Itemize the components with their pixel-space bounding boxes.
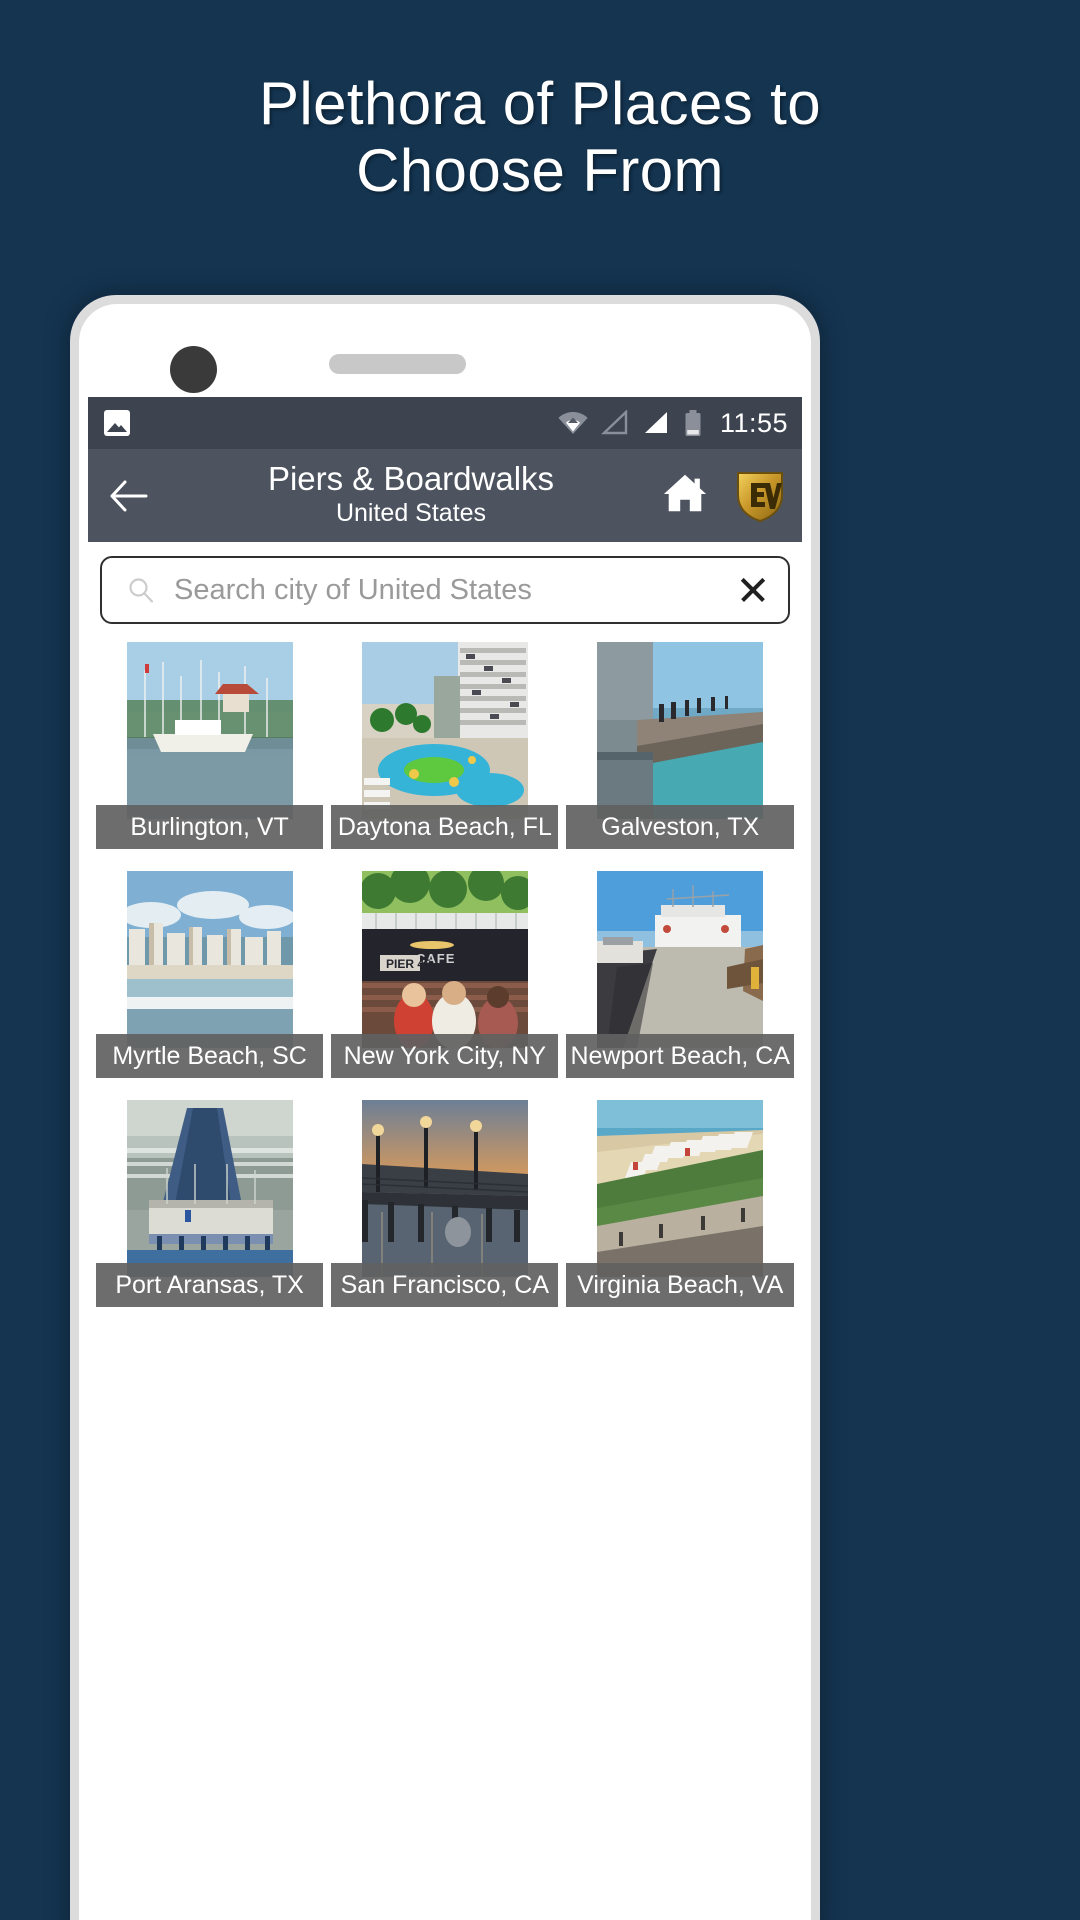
list-item[interactable]: Daytona Beach, FL: [331, 642, 559, 849]
list-item[interactable]: Myrtle Beach, SC: [96, 871, 324, 1078]
list-item-label: Port Aransas, TX: [96, 1263, 324, 1307]
list-item-label: Virginia Beach, VA: [566, 1263, 794, 1307]
list-item-label: Daytona Beach, FL: [331, 805, 559, 849]
tile-photo-resort: [361, 642, 528, 819]
photo-icon: [104, 410, 130, 436]
search-bar[interactable]: Search city of United States: [100, 556, 790, 624]
list-item[interactable]: Galveston, TX: [566, 642, 794, 849]
app-bar: Piers & Boardwalks United States: [88, 449, 802, 542]
svg-text:PIER 45: PIER 45: [386, 957, 431, 971]
app-bar-actions: [662, 469, 786, 523]
status-bar-clock: 11:55: [719, 407, 788, 438]
app-logo-button[interactable]: [734, 469, 786, 523]
tile-photo-cafe: CAFE PIER 45: [361, 871, 528, 1048]
list-item[interactable]: San Francisco, CA: [331, 1100, 559, 1307]
tile-photo-pier-sea: [597, 642, 764, 819]
ev-shield-logo: [737, 471, 783, 522]
signal-empty-icon: [600, 410, 628, 435]
home-icon: [663, 474, 707, 512]
phone-bezel-inner: 11:55 Piers & Boardwalks United States S…: [79, 304, 811, 1920]
home-button[interactable]: [662, 470, 708, 521]
list-item[interactable]: Port Aransas, TX: [96, 1100, 324, 1307]
tile-photo-beach-tents: [597, 1100, 764, 1277]
search-section: Search city of United States: [88, 542, 802, 634]
search-icon: [129, 578, 154, 603]
back-button[interactable]: [106, 473, 152, 519]
list-item-label: San Francisco, CA: [331, 1263, 559, 1307]
page-subtitle: United States: [335, 499, 487, 528]
status-bar: 11:55: [88, 397, 802, 449]
list-item[interactable]: Newport Beach, CA: [566, 871, 794, 1078]
wifi-icon: [558, 412, 588, 434]
list-item-label: Newport Beach, CA: [566, 1034, 794, 1078]
phone-mockup: 11:55 Piers & Boardwalks United States S…: [70, 295, 820, 1920]
city-grid: Burlington, VT Daytona Beach, FL Galvest…: [88, 634, 802, 1307]
page-title: Piers & Boardwalks: [267, 460, 555, 498]
list-item-label: Burlington, VT: [96, 805, 324, 849]
list-item-label: New York City, NY: [331, 1034, 559, 1078]
promo-heading: Plethora of Places to Choose From: [0, 70, 1080, 204]
list-item-label: Myrtle Beach, SC: [96, 1034, 324, 1078]
search-input[interactable]: Search city of United States: [174, 574, 738, 607]
battery-icon: [685, 410, 701, 436]
status-bar-system-icons: 11:55: [558, 408, 788, 439]
list-item[interactable]: Burlington, VT: [96, 642, 324, 849]
close-icon[interactable]: [738, 575, 768, 605]
list-item-label: Galveston, TX: [566, 805, 794, 849]
earpiece-speaker: [329, 354, 466, 374]
tile-photo-sunset-pier: [361, 1100, 528, 1277]
tile-photo-long-pier: [126, 1100, 293, 1277]
promo-heading-line1: Plethora of Places to: [258, 70, 822, 137]
front-camera-icon: [170, 346, 217, 393]
status-bar-notifications: [104, 410, 130, 436]
promo-heading-line2: Choose From: [356, 137, 724, 205]
tile-photo-beach-city: [126, 871, 293, 1048]
tile-photo-boardwalk: [597, 871, 764, 1048]
app-bar-titles: Piers & Boardwalks United States: [152, 460, 662, 529]
back-arrow-icon: [110, 480, 148, 511]
list-item[interactable]: CAFE PIER 45 New York City, NY: [331, 871, 559, 1078]
signal-full-icon: [644, 412, 667, 433]
list-item[interactable]: Virginia Beach, VA: [566, 1100, 794, 1307]
phone-screen: 11:55 Piers & Boardwalks United States S…: [88, 397, 802, 1920]
tile-photo-marina: [126, 642, 293, 819]
